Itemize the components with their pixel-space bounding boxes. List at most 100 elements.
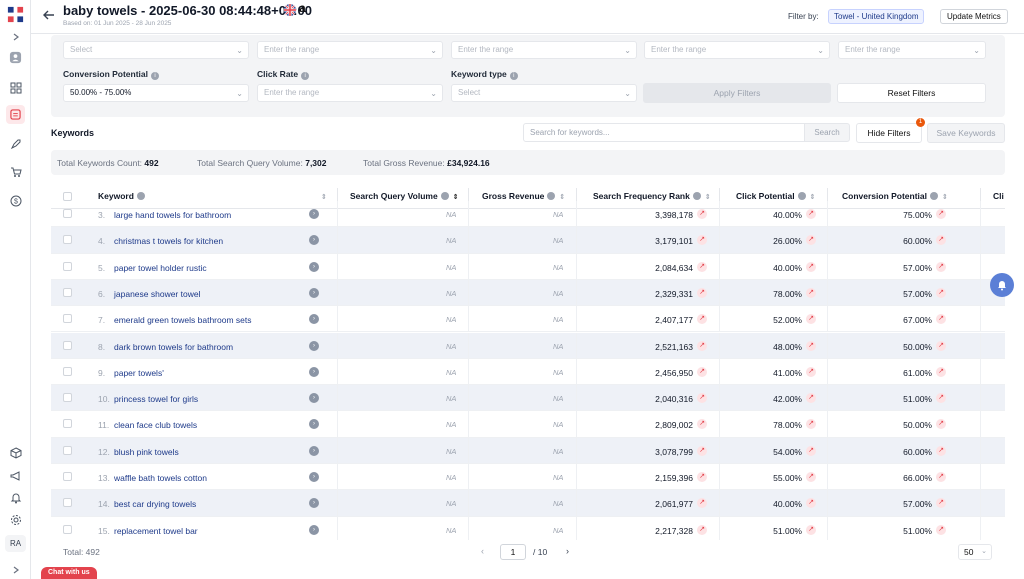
trend-icon[interactable]: ↗ bbox=[936, 524, 946, 535]
keywords-icon[interactable] bbox=[6, 105, 25, 124]
row-checkbox[interactable] bbox=[63, 366, 72, 376]
hide-filters-button[interactable]: Hide Filters bbox=[856, 123, 922, 143]
keyword-details-icon[interactable]: › bbox=[309, 498, 319, 509]
range-filter[interactable]: Enter the range ⌄ bbox=[644, 41, 830, 59]
keyword-details-icon[interactable]: › bbox=[309, 445, 319, 456]
trend-icon[interactable]: ↗ bbox=[697, 261, 707, 272]
trend-icon[interactable]: ↗ bbox=[697, 314, 707, 325]
table-row[interactable]: 3. large hand towels for bathroom › NA NA 3,3… bbox=[51, 201, 1005, 228]
select-all-checkbox[interactable] bbox=[63, 192, 72, 201]
reset-filters-button[interactable]: Reset Filters bbox=[837, 83, 986, 103]
row-checkbox[interactable] bbox=[63, 235, 72, 245]
trend-icon[interactable]: ↗ bbox=[697, 419, 707, 430]
trend-icon[interactable]: ↗ bbox=[936, 287, 946, 298]
trend-icon[interactable]: ↗ bbox=[697, 472, 707, 482]
row-checkbox[interactable] bbox=[63, 393, 72, 403]
trend-icon[interactable]: ↗ bbox=[806, 314, 816, 325]
keyword-details-icon[interactable]: › bbox=[309, 209, 319, 219]
avatar[interactable]: RA bbox=[5, 535, 26, 552]
column-click-rate[interactable]: Cli bbox=[993, 191, 1004, 201]
row-checkbox[interactable] bbox=[63, 472, 72, 481]
trend-icon[interactable]: ↗ bbox=[806, 287, 816, 298]
trend-icon[interactable]: ↗ bbox=[936, 498, 946, 509]
trend-icon[interactable]: ↗ bbox=[697, 235, 707, 246]
keyword-details-icon[interactable]: › bbox=[309, 393, 319, 404]
column-conversion-potential[interactable]: Conversion Potential ⇕ bbox=[842, 191, 948, 201]
dollar-icon[interactable]: $ bbox=[6, 191, 25, 210]
filter-chip[interactable]: Towel - United Kingdom bbox=[828, 9, 925, 24]
notification-bell-icon[interactable] bbox=[990, 273, 1014, 297]
table-row[interactable]: 9. paper towels' › NA NA 2,456,950 ↗ 41.00% ↗ 61.… bbox=[51, 358, 1005, 386]
trend-icon[interactable]: ↗ bbox=[936, 393, 946, 404]
info-icon[interactable]: i bbox=[151, 72, 160, 80]
expand-icon[interactable] bbox=[6, 560, 25, 579]
row-checkbox[interactable] bbox=[63, 445, 72, 455]
info-icon[interactable]: i bbox=[301, 72, 310, 80]
click-rate-range[interactable]: Enter the range ⌄ bbox=[257, 84, 443, 102]
keyword-link[interactable]: emerald green towels bathroom sets bbox=[114, 315, 252, 325]
keyword-details-icon[interactable]: › bbox=[309, 366, 319, 377]
trend-icon[interactable]: ↗ bbox=[806, 524, 816, 535]
keyword-link[interactable]: large hand towels for bathroom bbox=[114, 210, 231, 220]
keyword-details-icon[interactable]: › bbox=[309, 287, 319, 298]
table-row[interactable]: 6. japanese shower towel › NA NA 2,329,331 ↗ 78… bbox=[51, 279, 1005, 307]
select-filter[interactable]: Select ⌄ bbox=[63, 41, 249, 59]
keyword-link[interactable]: waffle bath towels cotton bbox=[114, 473, 207, 483]
column-search-query-volume[interactable]: Search Query Volume ⇕ bbox=[350, 191, 459, 201]
trend-icon[interactable]: ↗ bbox=[697, 498, 707, 509]
chevron-right-icon[interactable]: › bbox=[566, 546, 569, 556]
keyword-link[interactable]: paper towel holder rustic bbox=[114, 263, 207, 273]
column-click-potential[interactable]: Click Potential ⇕ bbox=[736, 191, 815, 201]
row-checkbox[interactable] bbox=[63, 287, 72, 297]
keyword-link[interactable]: replacement towel bar bbox=[114, 526, 198, 536]
keyword-details-icon[interactable]: › bbox=[309, 235, 319, 246]
trend-icon[interactable]: ↗ bbox=[806, 209, 816, 219]
row-checkbox[interactable] bbox=[63, 209, 72, 218]
logo-icon[interactable] bbox=[6, 5, 25, 24]
column-search-frequency-rank[interactable]: Search Frequency Rank ⇕ bbox=[593, 191, 711, 201]
table-row[interactable]: 12. blush pink towels › NA NA 3,078,799 ↗ 54.00… bbox=[51, 437, 1005, 464]
update-metrics-button[interactable]: Update Metrics bbox=[940, 9, 1008, 24]
gear-icon[interactable] bbox=[6, 510, 25, 529]
keyword-link[interactable]: best car drying towels bbox=[114, 499, 196, 509]
row-checkbox[interactable] bbox=[63, 340, 72, 350]
conversion-potential-select[interactable]: 50.00% - 75.00% ⌄ bbox=[63, 84, 249, 102]
expand-icon[interactable] bbox=[6, 27, 25, 46]
row-checkbox[interactable] bbox=[63, 261, 72, 271]
trend-icon[interactable]: ↗ bbox=[936, 209, 946, 219]
trend-icon[interactable]: ↗ bbox=[936, 472, 946, 482]
keyword-details-icon[interactable]: › bbox=[309, 314, 319, 325]
trend-icon[interactable]: ↗ bbox=[936, 340, 946, 351]
chevron-left-icon[interactable]: ‹ bbox=[481, 546, 484, 556]
table-row[interactable]: 11. clean face club towels › NA NA 2,809,002 ↗… bbox=[51, 411, 1005, 438]
back-arrow-icon[interactable] bbox=[42, 8, 56, 22]
keyword-details-icon[interactable]: › bbox=[309, 340, 319, 351]
range-filter[interactable]: Enter the range ⌄ bbox=[451, 41, 637, 59]
trend-icon[interactable]: ↗ bbox=[936, 314, 946, 325]
trend-icon[interactable]: ↗ bbox=[697, 393, 707, 404]
chat-with-us-button[interactable]: Chat with us bbox=[41, 567, 97, 579]
box-icon[interactable] bbox=[6, 443, 25, 462]
keyword-link[interactable]: clean face club towels bbox=[114, 420, 197, 430]
save-keywords-button[interactable]: Save Keywords bbox=[927, 123, 1005, 143]
page-size-select[interactable]: 50 ⌄ bbox=[958, 544, 992, 560]
trend-icon[interactable]: ↗ bbox=[806, 340, 816, 351]
range-filter[interactable]: Enter the range ⌄ bbox=[257, 41, 443, 59]
keyword-link[interactable]: blush pink towels bbox=[114, 447, 179, 457]
trend-icon[interactable]: ↗ bbox=[806, 393, 816, 404]
bell-icon[interactable] bbox=[6, 488, 25, 507]
table-row[interactable]: 4. christmas t towels for kitchen › NA NA 3,1… bbox=[51, 227, 1005, 254]
trend-icon[interactable]: ↗ bbox=[806, 235, 816, 246]
table-row[interactable]: 5. paper towel holder rustic › NA NA 2,084,63… bbox=[51, 253, 1005, 280]
table-row[interactable]: 8. dark brown towels for bathroom › NA NA 2,5… bbox=[51, 332, 1005, 359]
range-filter[interactable]: Enter the range ⌄ bbox=[838, 41, 986, 59]
trend-icon[interactable]: ↗ bbox=[697, 524, 707, 535]
trend-icon[interactable]: ↗ bbox=[697, 209, 707, 219]
column-gross-revenue[interactable]: Gross Revenue ⇕ bbox=[482, 191, 565, 201]
profile-icon[interactable] bbox=[6, 48, 25, 67]
trend-icon[interactable]: ↗ bbox=[806, 419, 816, 430]
trend-icon[interactable]: ↗ bbox=[936, 419, 946, 430]
trend-icon[interactable]: ↗ bbox=[806, 261, 816, 272]
search-button[interactable]: Search bbox=[804, 123, 850, 142]
table-row[interactable]: 13. waffle bath towels cotton › NA NA 2,159,3… bbox=[51, 464, 1005, 491]
